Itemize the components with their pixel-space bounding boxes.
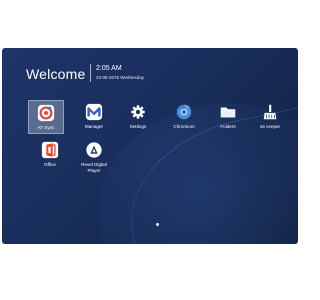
app-label: Manager (84, 124, 104, 129)
app-folders[interactable]: Folders (210, 100, 246, 134)
app-label: Folders (220, 124, 236, 129)
app-label: Settings (129, 124, 147, 129)
folder-icon (220, 107, 236, 118)
app-office[interactable]: Office (32, 138, 68, 172)
app-manager[interactable]: Manager (76, 100, 112, 134)
page-indicator-dot[interactable] (156, 223, 159, 226)
clock-time: 2:05 AM (96, 65, 122, 72)
app-label: x5 veeper (259, 124, 281, 129)
app-label: AT Sync (37, 125, 55, 130)
manager-icon (85, 103, 103, 121)
app-label: Office (44, 162, 56, 167)
app-at-sync[interactable]: AT Sync (28, 100, 64, 134)
app-revel-digital-player[interactable]: Revel Digital Player (76, 138, 112, 173)
home-screen: Welcome 2:05 AM 23-05-2075 Wednesday AT … (2, 48, 298, 244)
clock-date: 23-05-2075 Wednesday (96, 75, 144, 80)
app-settings[interactable]: Settings (120, 100, 156, 134)
app-label: Chromium (173, 124, 195, 129)
gear-icon (131, 105, 145, 119)
at-sync-icon (37, 104, 55, 122)
app-label: Revel Digital Player (70, 162, 118, 174)
app-chromium[interactable]: Chromium (166, 100, 202, 134)
revel-digital-icon (86, 142, 102, 158)
app-label-line2: Player (87, 168, 101, 173)
welcome-title: Welcome (26, 66, 86, 82)
app-x5-veeper[interactable]: x5 veeper (252, 100, 288, 134)
header-divider (90, 64, 91, 82)
broom-icon (263, 104, 277, 120)
office-icon (41, 141, 59, 159)
chromium-icon (176, 104, 192, 120)
